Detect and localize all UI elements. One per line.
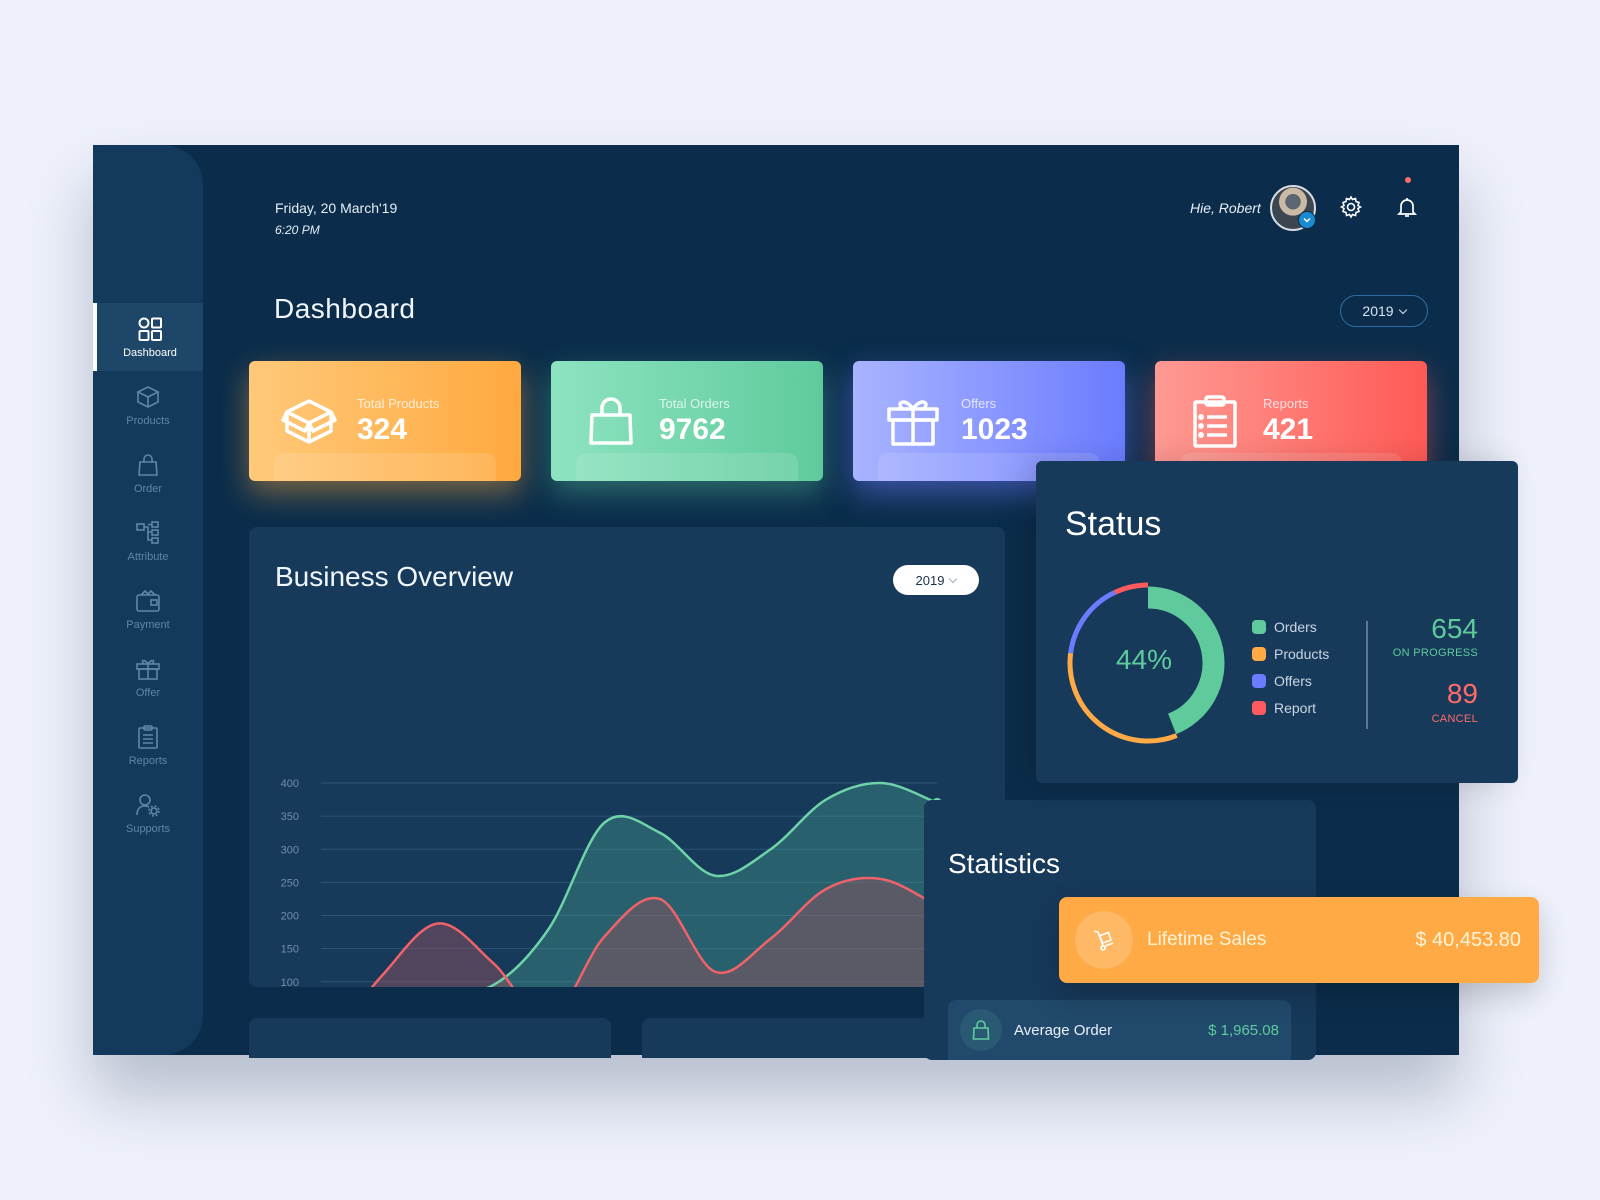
bag-icon [138, 453, 158, 476]
sidebar-item-label: Offer [135, 686, 161, 699]
gift-icon [136, 659, 160, 680]
current-date: Friday, 20 March'19 [275, 200, 398, 216]
legend-label: Offers [1274, 672, 1312, 689]
on-progress-label: ON PROGRESS [1392, 647, 1478, 659]
y-tick-label: 100 [281, 977, 299, 987]
lifetime-label: Lifetime Sales [1147, 929, 1267, 950]
status-divider [1366, 621, 1368, 729]
cancel-value: 89 [1446, 678, 1478, 709]
bag-icon [972, 1020, 990, 1040]
sidebar-item-label: Dashboard [123, 346, 177, 359]
card-value: 421 [1263, 412, 1314, 446]
card-value: 9762 [659, 412, 726, 446]
legend-item-offers: Offers [1252, 667, 1329, 694]
card-label: Offers [961, 395, 997, 411]
card-total-products[interactable]: Total Products 324 [249, 361, 521, 481]
hand-truck-icon [1093, 930, 1114, 951]
y-tick-label: 250 [281, 877, 299, 889]
sidebar-item-products[interactable]: Products [93, 371, 203, 439]
average-order-row[interactable]: Average Order $ 1,965.08 [948, 1000, 1291, 1060]
user-gear-icon [136, 793, 160, 817]
card-value: 1023 [961, 412, 1028, 446]
year-select[interactable]: 2019 [1340, 295, 1428, 327]
y-tick-label: 350 [281, 811, 299, 823]
sidebar-item-label: Order [133, 482, 163, 495]
chevron-down-icon [1303, 217, 1311, 223]
legend-item-products: Products [1252, 640, 1329, 667]
sidebar-item-attribute[interactable]: Attribute [93, 507, 203, 575]
sidebar-item-offer[interactable]: Offer [93, 643, 203, 711]
card-value: 324 [357, 412, 408, 446]
clipboard-icon [138, 724, 158, 749]
statistics-title: Statistics [948, 848, 1061, 879]
grid-icon [138, 317, 162, 341]
bell-icon[interactable] [1395, 195, 1419, 219]
sidebar-item-label: Products [126, 414, 170, 427]
year-select-value: 2019 [1362, 303, 1394, 319]
sidebar-item-label: Payment [126, 618, 170, 631]
legend-label: Products [1274, 645, 1330, 662]
overview-year-value: 2019 [915, 572, 945, 588]
sidebar-item-order[interactable]: Order [93, 439, 203, 507]
hierarchy-icon [136, 520, 159, 544]
y-tick-label: 200 [281, 911, 299, 923]
current-time: 6:20 PM [275, 223, 320, 237]
on-progress-value: 654 [1431, 613, 1478, 644]
status-title: Status [1065, 505, 1162, 543]
chevron-down-icon [1398, 305, 1407, 314]
legend-label: Report [1274, 699, 1317, 716]
wallet-icon [136, 589, 160, 612]
box-icon [136, 385, 160, 408]
legend-item-report: Report [1252, 694, 1329, 721]
lifetime-value: $ 40,453.80 [1415, 928, 1521, 951]
bag-icon [589, 397, 633, 445]
sidebar-item-label: Supports [125, 822, 171, 835]
overview-year-select[interactable]: 2019 [893, 565, 979, 595]
gift-icon [887, 400, 939, 446]
lifetime-sales-card[interactable]: Lifetime Sales $ 40,453.80 [1059, 897, 1539, 983]
y-tick-label: 400 [281, 778, 299, 790]
status-panel: Status 44% Orders Products Offers Report… [1036, 461, 1518, 783]
card-total-orders[interactable]: Total Orders 9762 [551, 361, 823, 481]
sidebar-item-dashboard[interactable]: Dashboard [93, 303, 203, 371]
legend-label: Orders [1274, 618, 1317, 635]
business-overview-panel: 050100150200250300350400JanFebMarAprMayJ… [249, 527, 1005, 987]
sidebar-item-payment[interactable]: Payment [93, 575, 203, 643]
legend-swatch [1252, 673, 1266, 688]
overview-title: Business Overview [275, 561, 514, 592]
notification-dot [1405, 177, 1411, 183]
bottom-panel-left [249, 1018, 611, 1058]
status-legend: Orders Products Offers Report [1252, 613, 1329, 721]
legend-swatch [1252, 619, 1266, 634]
sidebar-item-reports[interactable]: Reports [93, 711, 203, 779]
sidebar-item-label: Attribute [127, 550, 169, 563]
lifetime-icon-circle [1075, 911, 1133, 969]
business-overview-chart: 050100150200250300350400JanFebMarAprMayJ… [281, 778, 942, 987]
y-tick-label: 300 [281, 844, 299, 856]
user-greeting: Hie, Robert [1190, 200, 1261, 216]
legend-swatch [1252, 700, 1266, 715]
card-label: Total Products [357, 395, 440, 411]
chevron-down-icon [949, 574, 958, 583]
y-tick-label: 150 [281, 944, 299, 956]
clipboard-icon [1193, 395, 1237, 448]
sidebar: Dashboard Products Order Attribute Payme… [93, 145, 203, 1055]
sidebar-item-label: Reports [128, 754, 168, 767]
avg-icon-circle [960, 1009, 1002, 1051]
card-label: Reports [1263, 395, 1309, 411]
card-label: Total Orders [659, 395, 730, 411]
legend-swatch [1252, 646, 1266, 661]
cancel-label: CANCEL [1431, 713, 1478, 725]
gear-icon[interactable] [1339, 195, 1363, 219]
avg-value: $ 1,965.08 [1208, 1021, 1279, 1039]
box-icon [281, 399, 337, 444]
sidebar-item-supports[interactable]: Supports [93, 779, 203, 847]
avatar-dropdown-button[interactable] [1298, 211, 1316, 229]
avg-label: Average Order [1014, 1021, 1113, 1039]
page-title: Dashboard [274, 293, 416, 324]
donut-percent: 44% [1115, 644, 1173, 675]
legend-item-orders: Orders [1252, 613, 1329, 640]
donut-segment-report [1113, 582, 1149, 595]
